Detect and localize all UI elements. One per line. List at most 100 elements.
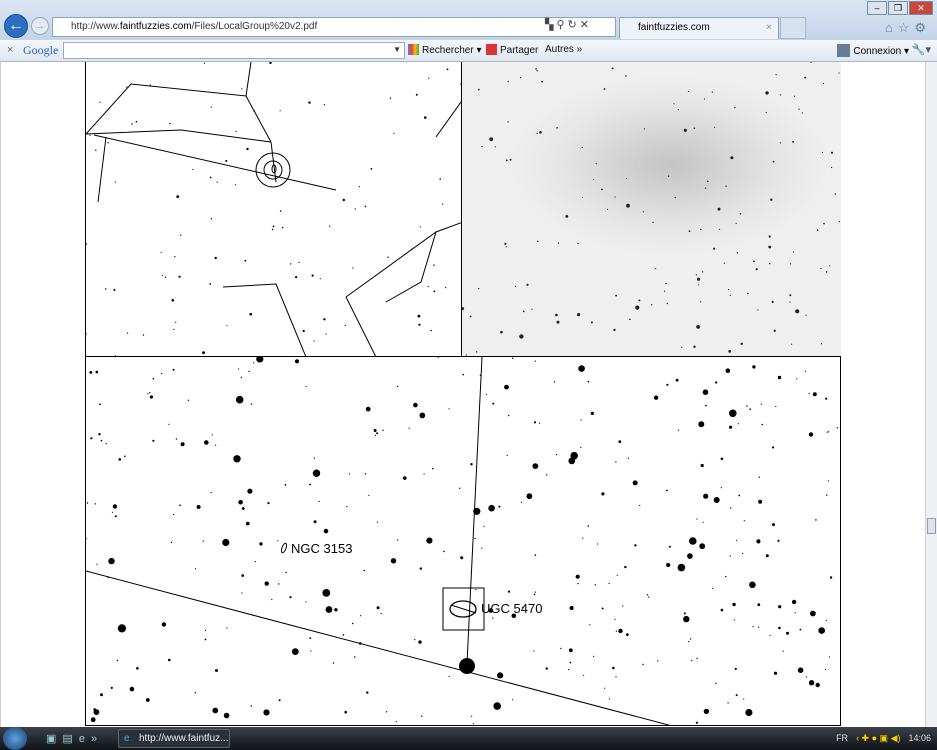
star — [793, 95, 796, 97]
refresh-icon[interactable]: ↻ — [568, 19, 580, 31]
star — [135, 120, 138, 123]
star — [211, 434, 213, 436]
star — [305, 385, 307, 388]
star — [179, 504, 181, 506]
star — [790, 263, 792, 265]
star — [216, 181, 218, 183]
star — [791, 599, 797, 605]
star — [779, 142, 782, 144]
star — [536, 70, 538, 72]
start-button[interactable] — [3, 727, 27, 750]
star — [474, 537, 476, 540]
star — [825, 397, 828, 400]
star — [526, 283, 529, 286]
star — [170, 541, 173, 544]
star — [235, 130, 237, 132]
star — [214, 256, 217, 260]
star — [278, 583, 280, 585]
star — [575, 574, 580, 579]
star — [773, 329, 776, 332]
switch-windows-icon[interactable]: ▤ — [62, 733, 78, 745]
star — [792, 140, 795, 143]
star — [313, 520, 317, 524]
star — [196, 505, 201, 509]
star — [376, 521, 379, 523]
constellation-line — [86, 570, 671, 725]
tray-icons[interactable]: ‹ ✚ ● ▣ ◀) — [856, 733, 900, 743]
star — [107, 142, 109, 144]
star — [174, 256, 176, 258]
star — [577, 313, 581, 317]
star — [714, 126, 716, 128]
vertical-scrollbar[interactable] — [925, 62, 937, 727]
close-tab-icon[interactable]: × — [766, 22, 772, 33]
show-desktop-icon[interactable]: ▣ — [46, 733, 62, 745]
star — [93, 709, 100, 715]
maximize-button[interactable]: ❐ — [888, 1, 908, 15]
tab-faintfuzzies[interactable]: faintfuzzies.com × — [619, 17, 779, 39]
star — [713, 497, 720, 503]
star — [593, 655, 595, 657]
search-icon[interactable]: ⚲ — [556, 19, 567, 31]
quick-launch[interactable]: ▣▤e» — [46, 732, 103, 745]
label-ngc-3153: NGC 3153 — [291, 541, 352, 556]
star — [322, 589, 331, 597]
star — [413, 402, 418, 408]
star — [737, 423, 739, 425]
taskbar-item-ie[interactable]: e http://www.faintfuz... — [118, 729, 230, 748]
wrench-icon[interactable]: 🔧▾ — [912, 43, 931, 56]
close-window-button[interactable]: ✕ — [909, 1, 933, 15]
star — [698, 421, 705, 428]
chevron-icon[interactable]: » — [91, 733, 103, 745]
star — [555, 313, 558, 317]
star — [161, 622, 167, 627]
scrollbar-thumb[interactable] — [927, 518, 936, 534]
minimize-button[interactable]: – — [867, 1, 887, 15]
address-actions[interactable]: ▚⚲↻✕ — [545, 18, 592, 31]
star — [577, 582, 579, 585]
star — [160, 251, 162, 253]
star — [380, 612, 382, 615]
star — [310, 650, 312, 652]
url-path: /Files/LocalGroup%20v2.pdf — [191, 21, 318, 32]
favorites-star-icon[interactable]: ☆ — [898, 20, 915, 35]
partager-button[interactable]: Partager — [486, 44, 538, 56]
star — [247, 488, 253, 494]
star — [775, 405, 777, 408]
star — [114, 515, 117, 518]
star — [395, 721, 397, 723]
address-bar[interactable]: http://www.faintfuzzies.com/Files/LocalG… — [52, 17, 616, 37]
star — [368, 494, 370, 496]
star — [209, 176, 212, 179]
rechercher-button[interactable]: Rechercher ▾ — [408, 44, 482, 56]
new-tab-button[interactable] — [780, 17, 806, 39]
star — [730, 156, 734, 160]
stop-icon[interactable]: ✕ — [580, 19, 592, 31]
bright-star — [459, 658, 475, 674]
language-indicator[interactable]: FR — [836, 733, 848, 743]
star — [812, 392, 817, 397]
star — [595, 163, 597, 165]
search-google-icon — [408, 44, 419, 55]
task-title: http://www.faintfuz... — [139, 733, 229, 744]
autres-button[interactable]: Autres » — [545, 44, 582, 55]
pdf-viewer[interactable]: NGC 3153 UGC 5470 — [0, 61, 925, 727]
forward-button[interactable]: → — [31, 17, 49, 35]
star — [808, 432, 814, 437]
star — [723, 262, 725, 264]
back-button[interactable]: ← — [4, 14, 28, 38]
compat-icon[interactable]: ▚ — [545, 19, 556, 31]
home-icon[interactable]: ⌂ — [885, 20, 898, 35]
chevron-down-icon[interactable]: ▼ — [393, 45, 401, 54]
star — [396, 385, 399, 387]
gear-icon[interactable]: ⚙ — [914, 20, 931, 35]
star — [445, 287, 447, 289]
ie-icon[interactable]: e — [79, 733, 91, 745]
star — [831, 166, 833, 169]
star — [477, 88, 480, 91]
connexion-button[interactable]: Connexion ▾ — [837, 44, 909, 57]
star — [713, 247, 716, 250]
clock[interactable]: 14:06 — [908, 733, 931, 743]
close-toolbar-icon[interactable]: × — [7, 44, 13, 56]
google-search-input[interactable]: ▼ — [63, 42, 405, 59]
